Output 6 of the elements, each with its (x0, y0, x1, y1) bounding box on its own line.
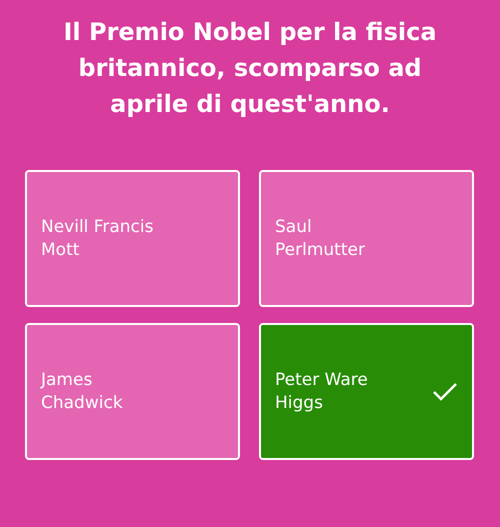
check-icon (432, 382, 458, 402)
answer-button[interactable]: Peter Ware Higgs (259, 323, 474, 460)
answer-button[interactable]: James Chadwick (25, 323, 240, 460)
question-text: Il Premio Nobel per la fisica britannico, scomparso ad aprile di quest'anno. (62, 17, 438, 120)
answer-button[interactable]: Nevill Francis Mott (25, 170, 240, 307)
answer-button[interactable]: Saul Perlmutter (259, 170, 474, 307)
